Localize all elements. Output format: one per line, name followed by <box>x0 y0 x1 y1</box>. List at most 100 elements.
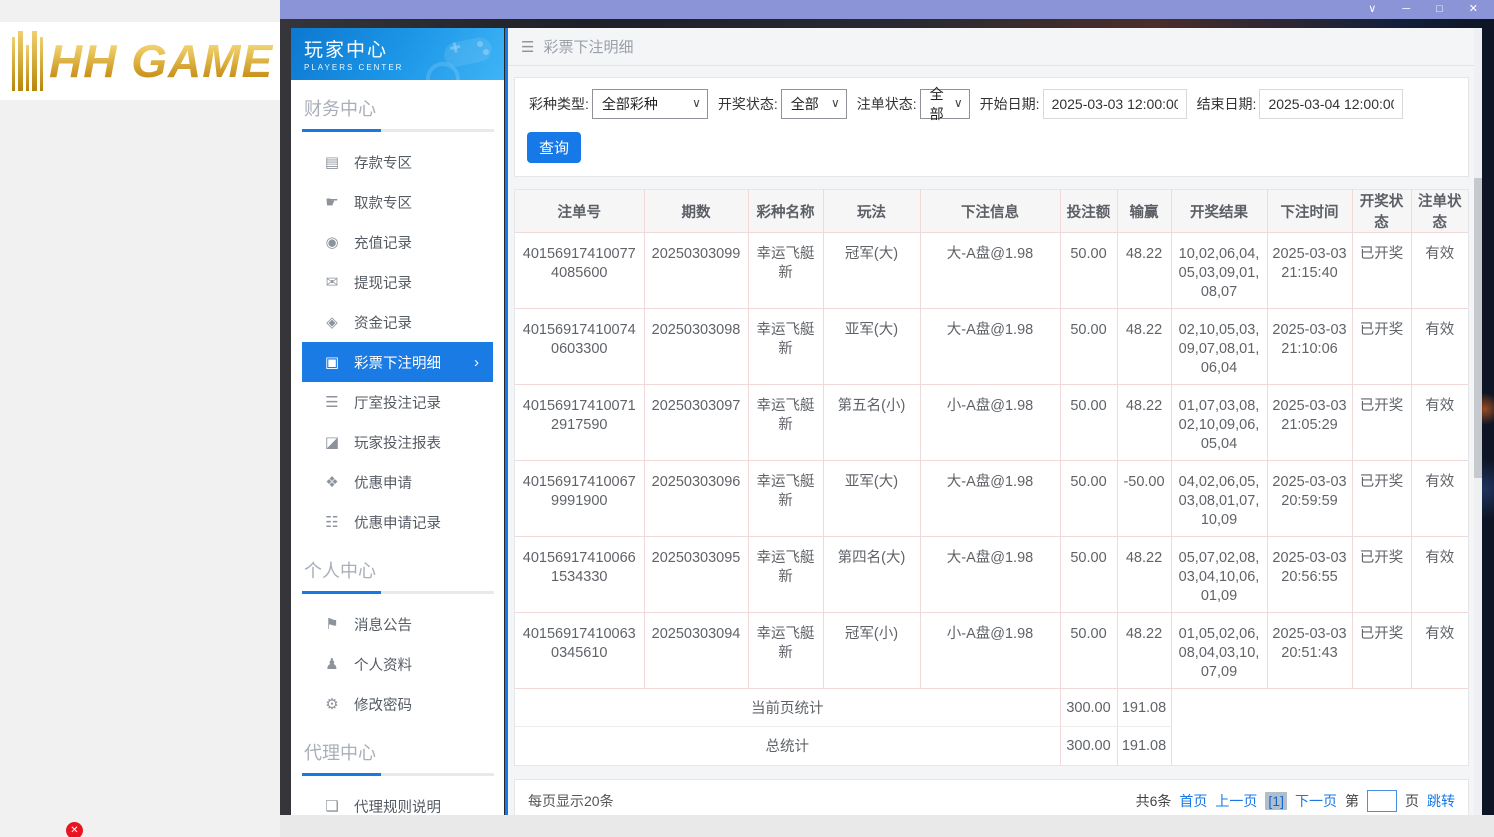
start-date-label: 开始日期: <box>979 96 1040 112</box>
screen: HH GAME ✕ ∨ ─ □ ✕ 玩家中心 PLAYERS CENTER 财务… <box>0 0 1494 837</box>
table-cell: 20250303098 <box>644 308 749 385</box>
table-cell: 401569174100630345610 <box>515 612 645 689</box>
document-icon: ❏ <box>325 798 339 815</box>
hamburger-icon[interactable]: ☰ <box>521 38 534 56</box>
bet-status-select[interactable]: 全部 ∨ <box>919 86 970 122</box>
table-cell: 50.00 <box>1060 612 1118 689</box>
sidebar-item-fund-records[interactable]: ◈ 资金记录 <box>302 302 493 342</box>
error-icon[interactable]: ✕ <box>66 822 83 837</box>
table-cell: 48.22 <box>1117 536 1172 613</box>
table-cell: 2025-03-03 20:59:59 <box>1267 460 1353 537</box>
lottery-type-select[interactable]: 全部彩种 ∨ <box>591 89 708 119</box>
brand-logo: HH GAME <box>49 35 274 87</box>
sidebar-item-recharge-records[interactable]: ◉ 充值记录 <box>302 222 493 262</box>
sidebar-item-deposit-zone[interactable]: ▤ 存款专区 <box>302 142 493 182</box>
clipboard-list-icon: ☰ <box>325 394 339 411</box>
logo-barcode-decoration <box>12 31 43 91</box>
sidebar-item-promo-apply[interactable]: ❖ 优惠申请 <box>302 462 493 502</box>
sidebar: 玩家中心 PLAYERS CENTER 财务中心 ▤ 存款专区 ☛ 取款专区 ◉… <box>291 28 504 815</box>
menu-chevron-icon[interactable]: ∨ <box>1368 4 1376 15</box>
scrollbar[interactable] <box>1474 28 1482 815</box>
summary-empty <box>1171 689 1468 727</box>
sidebar-item-hall-bet-records[interactable]: ☰ 厅室投注记录 <box>302 382 493 422</box>
summary-empty <box>1171 727 1468 765</box>
sidebar-header: 玩家中心 PLAYERS CENTER <box>291 28 504 80</box>
jump-prefix-text: 第 <box>1345 793 1359 809</box>
window-backdrop: 玩家中心 PLAYERS CENTER 财务中心 ▤ 存款专区 ☛ 取款专区 ◉… <box>280 19 1494 815</box>
table-cell: 小-A盘@1.98 <box>920 612 1061 689</box>
end-date-label: 结束日期: <box>1196 96 1257 112</box>
jump-action-link[interactable]: 跳转 <box>1427 791 1455 811</box>
sidebar-item-agent-rules[interactable]: ❏ 代理规则说明 <box>302 786 493 815</box>
table-cell: 有效 <box>1411 384 1468 461</box>
table-cell: 幸运飞艇新 <box>748 612 824 689</box>
table-cell: 401569174100774085600 <box>515 232 645 309</box>
taskbar-strip <box>280 815 1494 837</box>
table-cell: 冠军(小) <box>823 612 921 689</box>
table-cell: 幸运飞艇新 <box>748 308 824 385</box>
col-period: 期数 <box>644 190 749 233</box>
grand-total-summary-row: 总统计 300.00 191.08 <box>515 726 1468 765</box>
summary-label: 当前页统计 <box>515 688 1061 727</box>
sidebar-item-withdraw-zone[interactable]: ☛ 取款专区 <box>302 182 493 222</box>
sidebar-item-promo-apply-records[interactable]: ☷ 优惠申请记录 <box>302 502 493 542</box>
table-cell: 已开奖 <box>1352 612 1412 689</box>
table-cell: 401569174100712917590 <box>515 384 645 461</box>
draw-status-select[interactable]: 全部 ∨ <box>780 89 847 119</box>
query-button[interactable]: 查询 <box>527 132 581 163</box>
chart-report-icon: ◪ <box>324 434 340 451</box>
sidebar-item-label: 优惠申请 <box>354 475 412 492</box>
list-icon: ☷ <box>325 514 339 531</box>
sidebar-item-announcements[interactable]: ⚑ 消息公告 <box>302 604 493 644</box>
sidebar-item-profile[interactable]: ♟ 个人资料 <box>302 644 493 684</box>
table-cell: 大-A盘@1.98 <box>920 232 1061 309</box>
maximize-icon[interactable]: □ <box>1436 4 1443 15</box>
next-page-link[interactable]: 下一页 <box>1295 791 1337 811</box>
col-bet-time: 下注时间 <box>1267 190 1353 233</box>
table-cell: 有效 <box>1411 460 1468 537</box>
jump-page-input[interactable] <box>1367 790 1397 812</box>
table-cell: 大-A盘@1.98 <box>920 308 1061 385</box>
table-cell: 48.22 <box>1117 232 1172 309</box>
table-cell: 01,05,02,06,08,04,03,10,07,09 <box>1171 612 1268 689</box>
prev-page-link[interactable]: 上一页 <box>1215 791 1257 811</box>
hand-money-icon: ☛ <box>325 194 339 211</box>
col-play-type: 玩法 <box>823 190 921 233</box>
section-agent-heading: 代理中心 <box>304 743 376 763</box>
table-cell: 50.00 <box>1060 232 1118 309</box>
col-bet-number: 注单号 <box>515 190 645 233</box>
table-cell: 04,02,06,05,03,08,01,07,10,09 <box>1171 460 1268 537</box>
sidebar-item-withdrawal-records[interactable]: ✉ 提现记录 <box>302 262 493 302</box>
table-cell: 02,10,05,03,09,07,08,01,06,04 <box>1171 308 1268 385</box>
minimize-icon[interactable]: ─ <box>1402 4 1410 15</box>
table-cell: 48.22 <box>1117 384 1172 461</box>
sidebar-item-lottery-bet-details[interactable]: ▣ 彩票下注明细 › <box>302 342 493 382</box>
table-cell: 2025-03-03 21:15:40 <box>1267 232 1353 309</box>
first-page-link[interactable]: 首页 <box>1179 791 1207 811</box>
section-underline <box>302 773 494 776</box>
end-date-input[interactable] <box>1259 89 1404 119</box>
close-icon[interactable]: ✕ <box>1469 4 1478 15</box>
gift-icon: ❖ <box>325 474 339 491</box>
gear-icon: ⚙ <box>325 696 339 713</box>
sidebar-item-label: 厅室投注记录 <box>354 395 441 412</box>
jump-suffix-text: 页 <box>1405 793 1419 809</box>
scrollbar-thumb[interactable] <box>1474 178 1482 478</box>
draw-status-value: 全部 <box>790 96 819 112</box>
table-row: 401569174100712917590 20250303097 幸运飞艇新 第五名… <box>515 384 1468 461</box>
current-page-indicator[interactable]: [1] <box>1265 792 1287 810</box>
sidebar-item-change-password[interactable]: ⚙ 修改密码 <box>302 684 493 724</box>
start-date-input[interactable] <box>1042 89 1187 119</box>
sidebar-item-label: 资金记录 <box>354 315 412 332</box>
table-cell: 已开奖 <box>1352 308 1412 385</box>
table-cell: 已开奖 <box>1352 536 1412 613</box>
coin-purse-icon: ◈ <box>326 314 338 331</box>
table-cell: 401569174100679991900 <box>515 460 645 537</box>
sidebar-item-label: 充值记录 <box>354 235 412 252</box>
table-cell: 有效 <box>1411 308 1468 385</box>
section-underline <box>302 591 494 594</box>
user-icon: ♟ <box>325 656 339 673</box>
sidebar-item-label: 代理规则说明 <box>354 799 441 816</box>
sidebar-item-player-bet-report[interactable]: ◪ 玩家投注报表 <box>302 422 493 462</box>
col-bet-status: 注单状态 <box>1411 190 1468 233</box>
